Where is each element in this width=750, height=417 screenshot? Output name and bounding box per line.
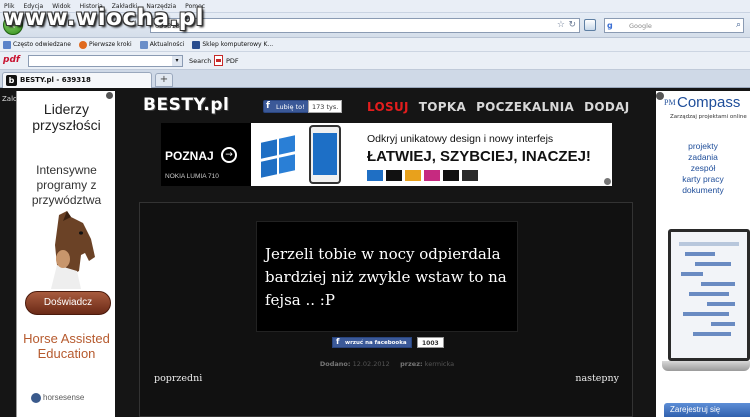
meme-image[interactable]: Jerzeli tobie w nocy odpierdala bardziej… bbox=[256, 221, 518, 332]
post-card: Jerzeli tobie w nocy odpierdala bardziej… bbox=[139, 202, 633, 417]
phone-image bbox=[309, 125, 341, 184]
post-meta: Dodano: 12.02.2012 przez: kermicka bbox=[319, 360, 455, 368]
pdf-search-input[interactable]: ▾ bbox=[28, 55, 183, 67]
post-author[interactable]: kermicka bbox=[425, 360, 454, 368]
search-box[interactable]: g Google ⌕ bbox=[604, 18, 744, 33]
new-tab-button[interactable]: + bbox=[155, 73, 173, 87]
banner-dark-panel: POZNAJ → NOKIA LUMIA 710 bbox=[161, 123, 251, 186]
gantt-bar bbox=[707, 302, 735, 306]
gantt-bar bbox=[701, 282, 735, 286]
bookmark-folder-icon bbox=[3, 40, 11, 49]
pdf-icon[interactable] bbox=[214, 55, 223, 66]
facebook-icon bbox=[192, 40, 201, 49]
arrow-right-icon: → bbox=[221, 147, 237, 163]
ad-info-icon[interactable] bbox=[604, 178, 611, 185]
besty-logo[interactable]: BESTY.pl bbox=[143, 95, 248, 117]
rss-icon bbox=[139, 40, 148, 49]
reload-icon[interactable]: ↻ bbox=[568, 21, 576, 30]
color-swatch bbox=[386, 170, 402, 181]
firefox-icon bbox=[78, 40, 87, 49]
nav-topka[interactable]: TOPKA bbox=[419, 100, 466, 114]
facebook-like-button[interactable]: Lubię to! bbox=[263, 100, 309, 113]
nav-losuj[interactable]: LOSUJ bbox=[367, 100, 409, 114]
horse-image bbox=[51, 211, 95, 289]
horsesense-logo: horsesense bbox=[31, 393, 84, 403]
tab-besty[interactable]: b BESTY.pl - 639318 bbox=[2, 72, 152, 88]
bookmark-item[interactable]: Często odwiedzane bbox=[3, 40, 71, 49]
post-date: 12.02.2012 bbox=[352, 360, 390, 368]
color-swatch bbox=[443, 170, 459, 181]
ad-subtitle: Intensywne programy z przywództwa bbox=[31, 163, 102, 207]
search-icon[interactable]: ⌕ bbox=[736, 20, 741, 30]
bookmark-star-icon[interactable]: ☆ bbox=[557, 21, 565, 30]
pdf-button[interactable]: PDF bbox=[226, 57, 239, 65]
banner-color-swatches bbox=[367, 170, 478, 181]
gantt-bar bbox=[693, 332, 731, 336]
color-swatch bbox=[424, 170, 440, 181]
right-ad[interactable]: PM Compass Zarządzaj projektami online p… bbox=[656, 91, 750, 417]
gantt-bar bbox=[685, 252, 715, 256]
ad-horse-text: Horse Assisted Education bbox=[23, 331, 110, 361]
gantt-bar bbox=[689, 292, 729, 296]
like-count: 173 tys. bbox=[308, 100, 343, 113]
gantt-row bbox=[679, 242, 739, 246]
address-bar[interactable]: 639318 ☆ ↻ bbox=[150, 18, 580, 33]
search-placeholder: Google bbox=[629, 22, 652, 30]
ad-title: Liderzy przyszłości bbox=[32, 101, 101, 133]
google-icon[interactable]: g bbox=[607, 21, 617, 31]
left-ad[interactable]: Liderzy przyszłości Intensywne programy … bbox=[16, 91, 115, 417]
color-swatch bbox=[367, 170, 383, 181]
bookmark-item[interactable]: Pierwsze kroki bbox=[78, 40, 132, 49]
bookmark-item[interactable]: Sklep komputerowy K... bbox=[192, 40, 273, 49]
color-swatch bbox=[462, 170, 478, 181]
compass-tagline: Zarządzaj projektami online bbox=[670, 114, 747, 120]
chevron-down-icon[interactable]: ▾ bbox=[172, 56, 182, 66]
nav-dodaj[interactable]: DODAJ bbox=[584, 100, 629, 114]
compass-features: projekty zadania zespół karty pracy doku… bbox=[682, 141, 724, 195]
nokia-banner-ad[interactable]: POZNAJ → NOKIA LUMIA 710 Odkryj unikatow… bbox=[161, 123, 612, 186]
register-button[interactable]: Zarejestruj się bbox=[664, 403, 750, 417]
tab-bar: b BESTY.pl - 639318 + bbox=[0, 70, 750, 88]
gantt-bar bbox=[711, 322, 735, 326]
pdf-logo: pdf bbox=[3, 55, 20, 65]
tab-title: BESTY.pl - 639318 bbox=[20, 76, 91, 84]
previous-link[interactable]: poprzedni bbox=[154, 373, 202, 384]
pdf-toolbar: pdf ▾ Search PDF bbox=[0, 52, 750, 70]
pm-prefix: PM bbox=[664, 98, 676, 107]
watermark-logo: www.wiocha.pl bbox=[3, 5, 205, 31]
share-count: 1003 bbox=[417, 337, 444, 348]
page-content: Zalo Liderzy przyszłości Intensywne prog… bbox=[0, 88, 750, 417]
ad-close-icon[interactable] bbox=[106, 92, 113, 99]
share-facebook-button[interactable]: wrzuć na facebooka bbox=[332, 337, 412, 348]
banner-main-text: ŁATWIEJ, SZYBCIEJ, INACZEJ! bbox=[367, 148, 591, 165]
addon-icon[interactable] bbox=[584, 19, 596, 31]
banner-lumia: NOKIA LUMIA 710 bbox=[165, 173, 219, 180]
ad-close-icon[interactable] bbox=[656, 92, 664, 100]
laptop-screenshot bbox=[668, 229, 750, 361]
gantt-bar bbox=[681, 272, 703, 276]
banner-headline: Odkryj unikatowy design i nowy interfejs bbox=[367, 133, 554, 145]
next-link[interactable]: nastepny bbox=[575, 373, 619, 384]
color-swatch bbox=[405, 170, 421, 181]
horsesense-icon bbox=[31, 393, 41, 403]
besty-favicon-icon: b bbox=[6, 75, 17, 86]
compass-brand: Compass bbox=[677, 94, 741, 111]
experience-button[interactable]: Doświadcz bbox=[25, 291, 111, 315]
banner-poznaj: POZNAJ bbox=[165, 149, 214, 163]
gantt-bar bbox=[683, 312, 729, 316]
nav-poczekalnia[interactable]: POCZEKALNIA bbox=[476, 100, 574, 114]
bookmark-item[interactable]: Aktualności bbox=[139, 40, 184, 49]
meme-text: Jerzeli tobie w nocy odpierdala bardziej… bbox=[265, 245, 507, 309]
gantt-bar bbox=[695, 262, 731, 266]
site-nav: LOSUJ TOPKA POCZEKALNIA DODAJ bbox=[367, 100, 629, 114]
bookmarks-toolbar: Często odwiedzane Pierwsze kroki Aktualn… bbox=[0, 38, 750, 52]
windows-logo-icon bbox=[255, 127, 315, 183]
pdf-search-button[interactable]: Search bbox=[189, 57, 211, 65]
laptop-base bbox=[662, 361, 750, 371]
